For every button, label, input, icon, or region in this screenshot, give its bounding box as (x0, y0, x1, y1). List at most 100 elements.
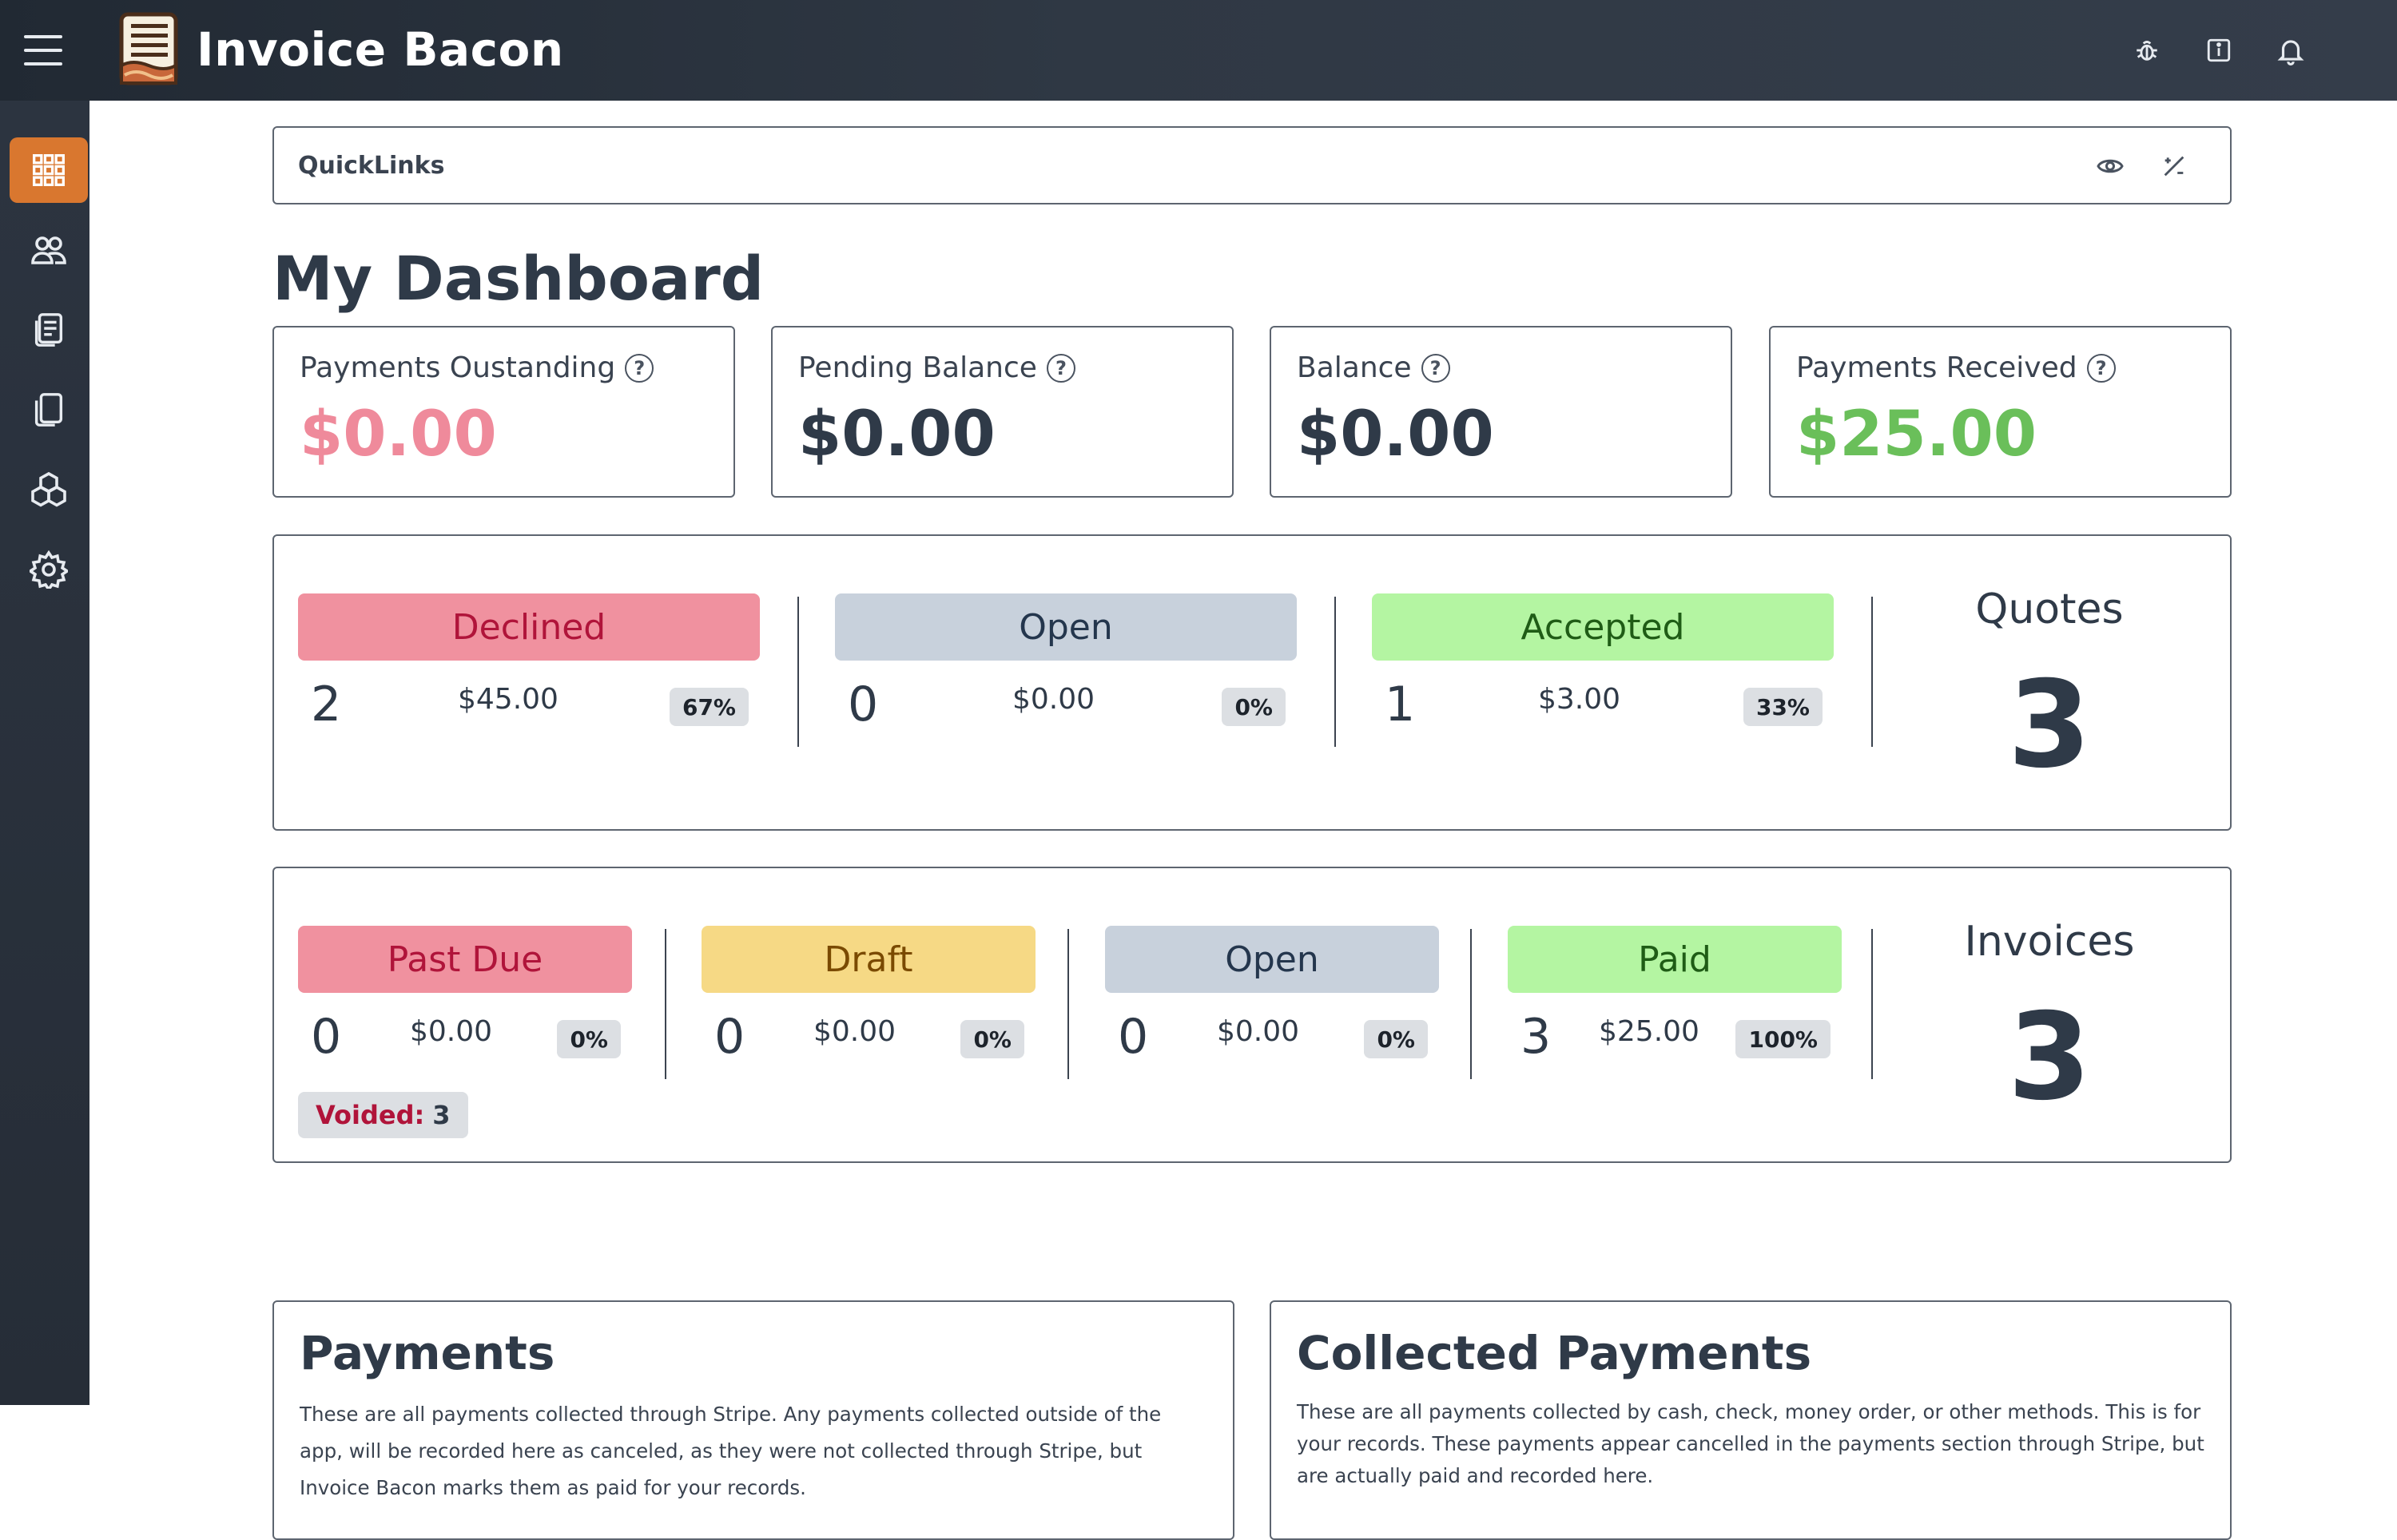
quotes-total: 3 (2007, 656, 2092, 795)
status-amount: $3.00 (1538, 683, 1621, 716)
quote-status-declined[interactable]: Declined 2 $45.00 67% (298, 593, 760, 740)
invoices-label: Invoices (1964, 918, 2135, 966)
stat-value: $0.00 (1297, 399, 1494, 470)
status-count: 3 (1520, 1009, 1552, 1065)
quicklinks-title: QuickLinks (298, 151, 445, 180)
page-title: My Dashboard (272, 243, 765, 314)
invoice-logo-icon (119, 12, 178, 85)
stat-card-payments-received: Payments Received? $25.00 (1769, 326, 2232, 498)
quote-status-accepted[interactable]: Accepted 1 $3.00 33% (1372, 593, 1834, 740)
menu-toggle-icon[interactable] (24, 35, 62, 65)
quotes-label: Quotes (1975, 585, 2124, 633)
invoices-total: 3 (2007, 988, 2092, 1127)
sidebar-item-products[interactable] (10, 457, 88, 522)
collected-payments-card: Collected Payments These are all payment… (1270, 1300, 2232, 1540)
status-percent: 0% (1222, 688, 1286, 726)
status-amount: $0.00 (1217, 1015, 1300, 1048)
stat-label: Balance (1297, 351, 1412, 384)
status-pill[interactable]: Past Due (298, 926, 632, 993)
bug-icon[interactable] (2129, 32, 2165, 69)
edit-icon[interactable] (2158, 150, 2190, 182)
sidebar-item-invoices[interactable] (10, 377, 88, 443)
invoice-status-paid[interactable]: Paid 3 $25.00 100% (1508, 926, 1842, 1073)
divider (1871, 597, 1873, 747)
main-content: QuickLinks My Dashboard Payments Oustand… (89, 101, 2397, 1540)
quote-status-open[interactable]: Open 0 $0.00 0% (835, 593, 1297, 740)
invoices-panel: Past Due 0 $0.00 0% Draft 0 $0.00 0% Ope… (272, 867, 2232, 1163)
status-percent: 0% (1364, 1020, 1428, 1058)
sidebar-item-settings[interactable] (10, 537, 88, 602)
quotes-panel: Declined 2 $45.00 67% Open 0 $0.00 0% Ac… (272, 534, 2232, 831)
collected-payments-title: Collected Payments (1297, 1326, 1812, 1380)
payments-card: Payments These are all payments collecte… (272, 1300, 1234, 1540)
status-amount: $25.00 (1599, 1015, 1699, 1048)
divider (797, 597, 799, 747)
status-amount: $0.00 (1012, 683, 1095, 716)
status-count: 0 (311, 1009, 342, 1065)
settings-icon (30, 550, 68, 589)
status-amount: $0.00 (410, 1015, 493, 1048)
dashboard-grid-icon (33, 154, 65, 186)
help-icon[interactable]: ? (625, 353, 654, 383)
help-icon[interactable]: ? (2086, 353, 2116, 383)
stat-card-payments-outstanding: Payments Oustanding? $0.00 (272, 326, 735, 498)
stat-label: Payments Received (1796, 351, 2077, 384)
status-percent: 0% (960, 1020, 1024, 1058)
status-percent: 100% (1735, 1020, 1831, 1058)
invoice-status-open[interactable]: Open 0 $0.00 0% (1105, 926, 1439, 1073)
voided-count: 3 (432, 1100, 451, 1130)
divider (1871, 929, 1873, 1079)
stat-value: $0.00 (798, 399, 996, 470)
quicklinks-bar: QuickLinks (272, 126, 2232, 204)
sidebar-item-dashboard[interactable] (10, 137, 88, 203)
top-header: Invoice Bacon (0, 0, 2397, 101)
voided-label: Voided: (316, 1100, 425, 1130)
status-pill[interactable]: Declined (298, 593, 760, 661)
status-count: 0 (848, 677, 879, 732)
divider (1067, 929, 1069, 1079)
status-count: 0 (714, 1009, 745, 1065)
sidebar-item-quotes[interactable] (10, 297, 88, 363)
status-count: 0 (1118, 1009, 1149, 1065)
stat-label: Pending Balance (798, 351, 1037, 384)
payments-description: These are all payments collected through… (300, 1403, 1162, 1499)
sidebar-item-clients[interactable] (10, 217, 88, 283)
invoice-status-draft[interactable]: Draft 0 $0.00 0% (702, 926, 1036, 1073)
stat-value: $0.00 (300, 399, 497, 470)
stat-label: Payments Oustanding (300, 351, 616, 384)
status-pill[interactable]: Open (1105, 926, 1439, 993)
voided-badge[interactable]: Voided: 3 (298, 1092, 468, 1138)
eye-icon[interactable] (2094, 150, 2126, 182)
stat-value: $25.00 (1796, 399, 2037, 470)
invoice-status-past-due[interactable]: Past Due 0 $0.00 0% (298, 926, 632, 1073)
brand[interactable]: Invoice Bacon (117, 10, 564, 89)
status-percent: 67% (669, 688, 749, 726)
app-title: Invoice Bacon (197, 22, 564, 77)
status-pill[interactable]: Open (835, 593, 1297, 661)
divider (1470, 929, 1472, 1079)
info-icon[interactable] (2200, 32, 2237, 69)
collected-payments-description: These are all payments collected by cash… (1297, 1400, 2204, 1487)
help-icon[interactable]: ? (1421, 353, 1450, 383)
quotes-icon (34, 313, 63, 347)
status-percent: 33% (1743, 688, 1823, 726)
help-icon[interactable]: ? (1046, 353, 1075, 383)
status-pill[interactable]: Draft (702, 926, 1036, 993)
status-amount: $0.00 (813, 1015, 896, 1048)
stat-card-balance: Balance? $0.00 (1270, 326, 1732, 498)
invoices-icon (34, 393, 63, 427)
status-amount: $45.00 (458, 683, 559, 716)
divider (665, 929, 666, 1079)
clients-icon (31, 236, 66, 264)
status-pill[interactable]: Paid (1508, 926, 1842, 993)
status-count: 2 (311, 677, 342, 732)
sidebar (0, 101, 89, 1405)
payments-title: Payments (300, 1326, 555, 1380)
bell-icon[interactable] (2272, 32, 2309, 69)
products-icon (31, 471, 66, 507)
status-count: 1 (1385, 677, 1416, 732)
stat-card-pending-balance: Pending Balance? $0.00 (771, 326, 1234, 498)
status-pill[interactable]: Accepted (1372, 593, 1834, 661)
divider (1334, 597, 1336, 747)
status-percent: 0% (557, 1020, 621, 1058)
